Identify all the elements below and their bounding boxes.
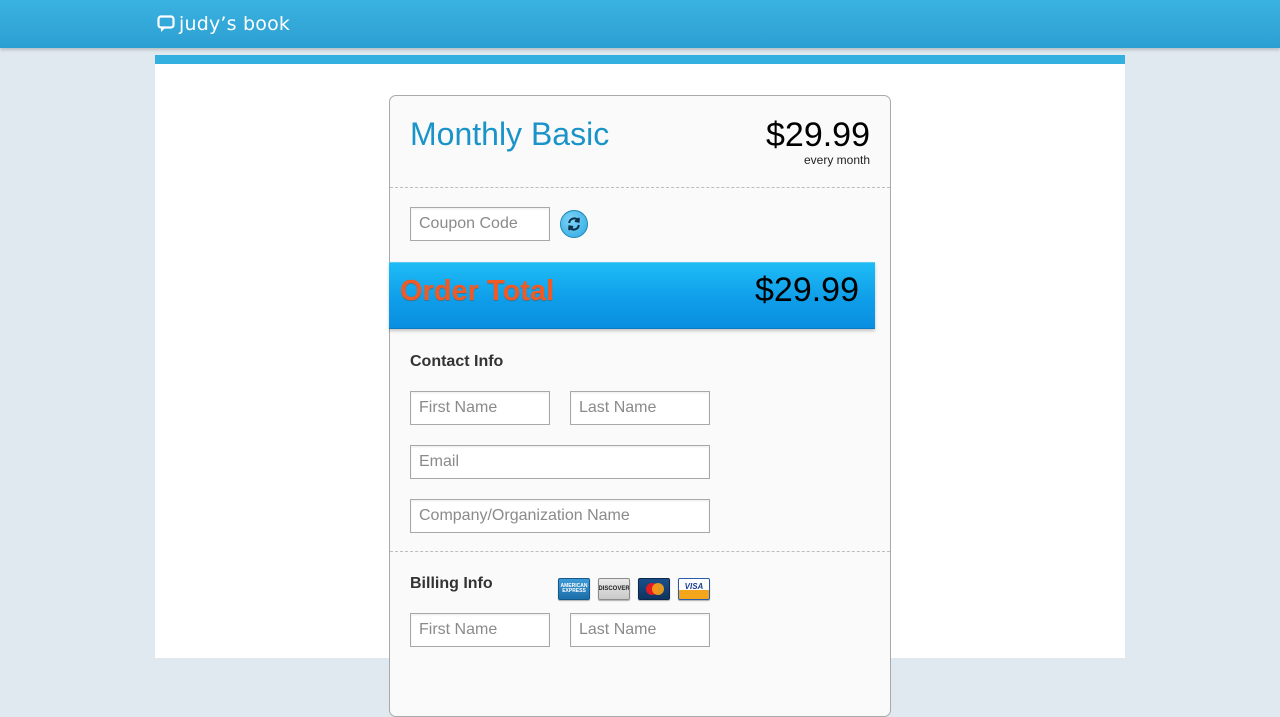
mastercard-card-icon — [638, 578, 670, 600]
email-field[interactable] — [410, 445, 710, 479]
apply-coupon-button[interactable] — [560, 210, 588, 238]
refresh-icon — [566, 216, 582, 232]
order-total-amount: $29.99 — [755, 271, 859, 309]
plan-billing-period: every month — [803, 153, 870, 167]
plan-name: Monthly Basic — [410, 116, 610, 152]
company-name-field[interactable] — [410, 499, 710, 533]
plan-price: $29.99 — [766, 116, 870, 154]
main-content-panel: Monthly Basic $29.99 every month Contact… — [155, 55, 1125, 717]
checkout-card: Monthly Basic $29.99 every month Contact… — [389, 95, 891, 717]
divider — [390, 551, 890, 552]
accepted-cards: AMERICAN EXPRESS DISCOVER VISA — [558, 578, 718, 600]
billing-first-name-field[interactable] — [410, 613, 550, 647]
contact-first-name-field[interactable] — [410, 391, 550, 425]
visa-card-icon: VISA — [678, 578, 710, 600]
top-nav-bar: judy’s book — [0, 0, 1280, 48]
divider — [390, 187, 890, 188]
contact-last-name-field[interactable] — [570, 391, 710, 425]
billing-last-name-field[interactable] — [570, 613, 710, 647]
order-total-banner: Order Total $29.99 — [389, 262, 875, 329]
content-top-stripe — [155, 55, 1125, 64]
brand-name: judy’s book — [179, 13, 291, 35]
order-total-label: Order Total — [400, 275, 555, 307]
speech-bubble-icon — [157, 15, 175, 33]
billing-info-heading: Billing Info — [410, 575, 493, 592]
brand-logo[interactable]: judy’s book — [157, 11, 290, 37]
discover-card-icon: DISCOVER — [598, 578, 630, 600]
contact-info-heading: Contact Info — [410, 353, 504, 370]
coupon-code-input[interactable] — [410, 207, 550, 241]
amex-card-icon: AMERICAN EXPRESS — [558, 578, 590, 600]
mastercard-yellow-circle — [652, 583, 664, 595]
